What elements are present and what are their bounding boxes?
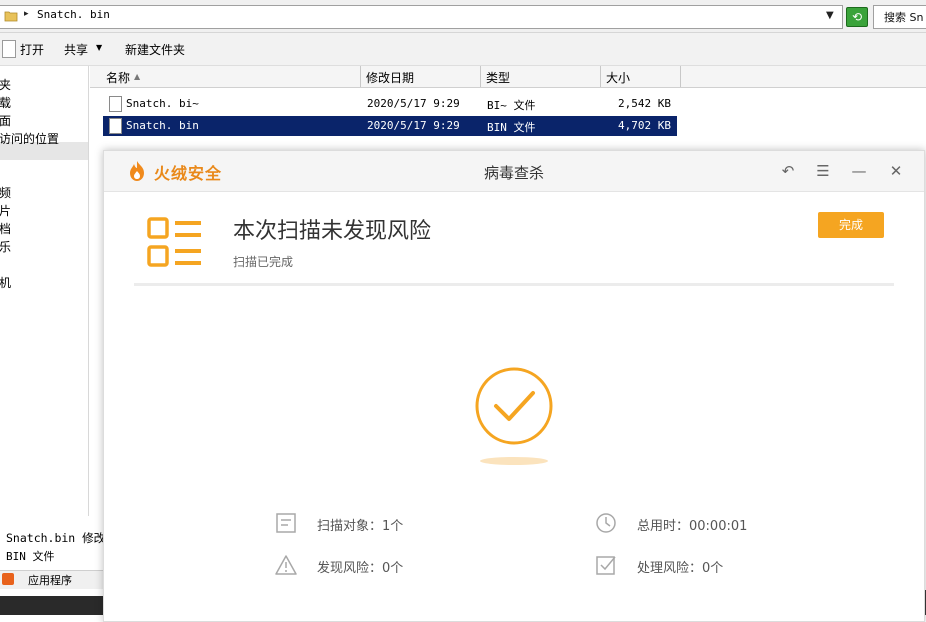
success-check-icon: [475, 367, 553, 465]
search-input[interactable]: 搜索 Sn: [873, 5, 926, 29]
refresh-icon: ⟲: [851, 10, 863, 24]
column-divider[interactable]: [680, 66, 681, 87]
scan-objects-stat: 扫描对象：1个: [317, 519, 404, 534]
warning-icon: [275, 555, 297, 575]
nav-item[interactable]: 档: [0, 220, 11, 237]
column-divider[interactable]: [600, 66, 601, 87]
done-button[interactable]: 完成: [818, 212, 884, 238]
menu-button[interactable]: ☰: [813, 161, 833, 181]
details-file-name: Snatch.bin 修改: [6, 531, 106, 545]
search-placeholder: 搜索 Sn: [884, 11, 924, 24]
explorer-toolbar: 打开 共享 ▼ 新建文件夹: [0, 33, 926, 66]
column-divider[interactable]: [480, 66, 481, 87]
clock-icon: [596, 513, 616, 533]
virus-scan-dialog: 火绒安全 病毒查杀 ↶ ☰ — ✕ 本次扫描未发现风险 扫描已完成 完成 扫描对…: [103, 150, 925, 622]
nav-item[interactable]: 频: [0, 184, 11, 201]
result-subtitle: 扫描已完成: [233, 255, 294, 269]
taskbar-item[interactable]: 应用程序: [0, 570, 104, 589]
file-size: 4,702 KB: [618, 119, 671, 132]
file-name: Snatch. bin: [126, 119, 199, 132]
file-name: Snatch. bi~: [126, 97, 199, 110]
chevron-down-icon[interactable]: ▼: [826, 10, 834, 21]
document-icon: [2, 40, 16, 58]
back-button[interactable]: ↶: [778, 161, 798, 181]
chevron-down-icon[interactable]: ▼: [96, 43, 102, 52]
file-icon: [109, 96, 122, 112]
new-folder-button[interactable]: 新建文件夹: [125, 41, 185, 58]
address-field[interactable]: ▸ Snatch. bin ▼: [0, 5, 843, 29]
file-date: 2020/5/17 9:29: [367, 97, 460, 110]
undo-icon: ↶: [781, 162, 795, 180]
nav-item[interactable]: 片: [0, 202, 11, 219]
app-icon: [2, 573, 14, 585]
nav-item[interactable]: 机: [0, 274, 11, 291]
divider: [134, 283, 894, 286]
menu-icon: ☰: [816, 162, 830, 180]
minimize-icon: —: [851, 162, 867, 180]
refresh-button[interactable]: ⟲: [846, 7, 868, 27]
file-size: 2,542 KB: [618, 97, 671, 110]
navigation-pane: 夹 载 面 访问的位置 频 片 档 乐 机: [0, 66, 89, 516]
risks-handled-stat: 处理风险：0个: [637, 561, 724, 576]
breadcrumb[interactable]: Snatch. bin: [37, 8, 110, 21]
column-name[interactable]: 名称: [106, 69, 130, 86]
column-date[interactable]: 修改日期: [366, 69, 414, 86]
document-icon: [276, 513, 296, 533]
dialog-title: 病毒查杀: [483, 164, 544, 182]
file-date: 2020/5/17 9:29: [367, 119, 460, 132]
file-type: BIN 文件: [487, 121, 536, 134]
file-row[interactable]: Snatch. bi~ 2020/5/17 9:29 BI~ 文件 2,542 …: [103, 94, 677, 114]
nav-item[interactable]: 夹: [0, 76, 11, 93]
taskbar-background: [0, 596, 104, 615]
column-type[interactable]: 类型: [486, 69, 510, 86]
nav-item[interactable]: 面: [0, 112, 11, 129]
column-header: 名称 ▲ 修改日期 类型 大小: [90, 66, 926, 88]
nav-item[interactable]: 乐: [0, 238, 11, 255]
file-type: BI~ 文件: [487, 99, 536, 112]
taskbar-label: 应用程序: [28, 574, 72, 587]
breadcrumb-arrow-icon[interactable]: ▸: [24, 9, 29, 19]
sort-up-icon: ▲: [134, 72, 141, 81]
column-divider[interactable]: [360, 66, 361, 87]
details-file-type: BIN 文件: [6, 550, 55, 563]
share-button[interactable]: 共享: [64, 41, 88, 58]
file-row-selected[interactable]: Snatch. bin 2020/5/17 9:29 BIN 文件 4,702 …: [103, 116, 677, 136]
file-icon: [109, 118, 122, 134]
result-title: 本次扫描未发现风险: [233, 219, 432, 244]
nav-item[interactable]: 访问的位置: [0, 130, 59, 147]
folder-icon: [4, 11, 18, 22]
address-bar: ▸ Snatch. bin ▼ ⟲ 搜索 Sn: [0, 0, 926, 33]
minimize-button[interactable]: —: [849, 161, 869, 181]
close-icon: ✕: [889, 162, 903, 180]
checkbox-icon: [596, 556, 616, 575]
details-pane: Snatch.bin 修改 BIN 文件: [0, 524, 106, 574]
report-list-icon: [147, 217, 201, 267]
risks-found-stat: 发现风险：0个: [317, 561, 404, 576]
dialog-title-bar[interactable]: 火绒安全 病毒查杀 ↶ ☰ — ✕: [104, 151, 924, 192]
column-size[interactable]: 大小: [606, 69, 630, 86]
nav-item[interactable]: 载: [0, 94, 11, 111]
open-button[interactable]: 打开: [20, 41, 44, 58]
total-time-stat: 总用时：00:00:01: [637, 519, 748, 534]
close-button[interactable]: ✕: [886, 161, 906, 181]
